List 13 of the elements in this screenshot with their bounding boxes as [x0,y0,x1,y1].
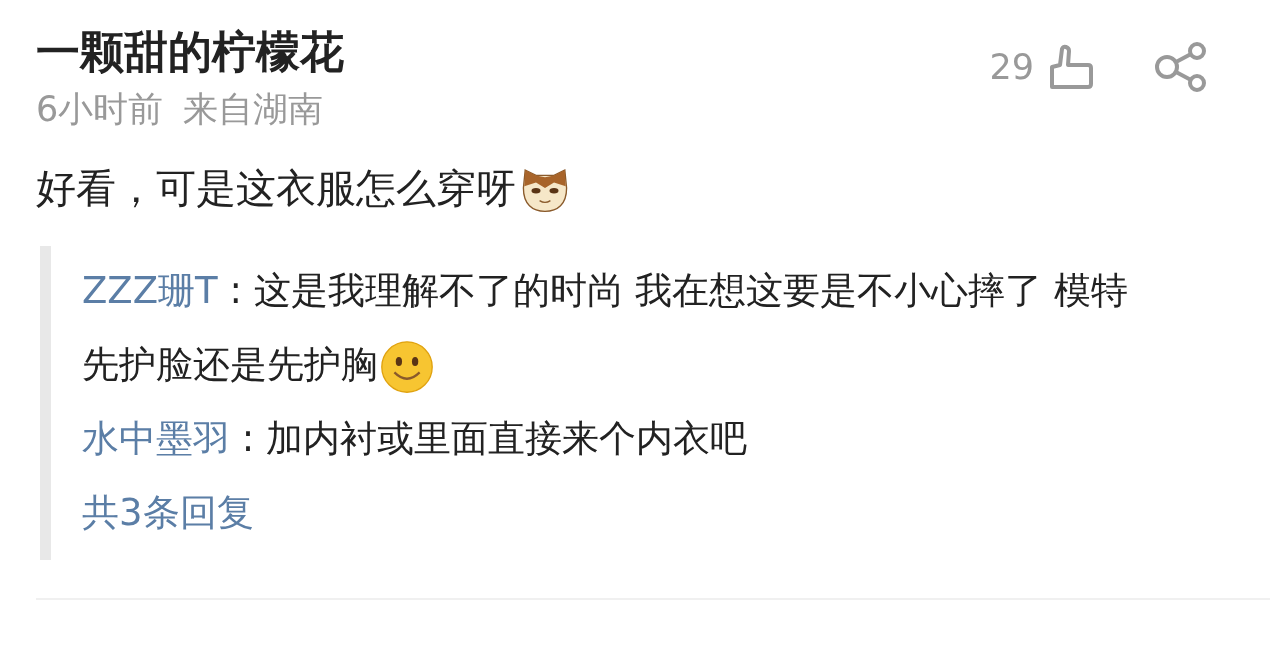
reply-text: ZZZ珊T : 这是我理解不了的时尚 我在想这要是不小心摔了 模特先护脸还是先护胸 [82,254,1142,402]
share-icon[interactable] [1154,42,1208,92]
location: 来自湖南 [183,88,324,131]
post-time: 6小时前 [36,88,164,131]
reply-author-link[interactable]: 水中墨羽 [82,417,230,460]
reply-author-link[interactable]: ZZZ珊T [82,269,218,312]
more-replies-link[interactable]: 共3条回复 [82,476,254,550]
author-name[interactable]: 一颗甜的柠檬花 [36,22,344,82]
reply-text: 水中墨羽 : 加内衬或里面直接来个内衣吧 [82,416,748,462]
smiley-emoji-icon [380,339,434,394]
thumbs-up-icon[interactable] [1048,43,1094,91]
comment-text: 好看，可是这衣服怎么穿呀 [36,164,516,213]
like-count: 29 [989,47,1034,87]
